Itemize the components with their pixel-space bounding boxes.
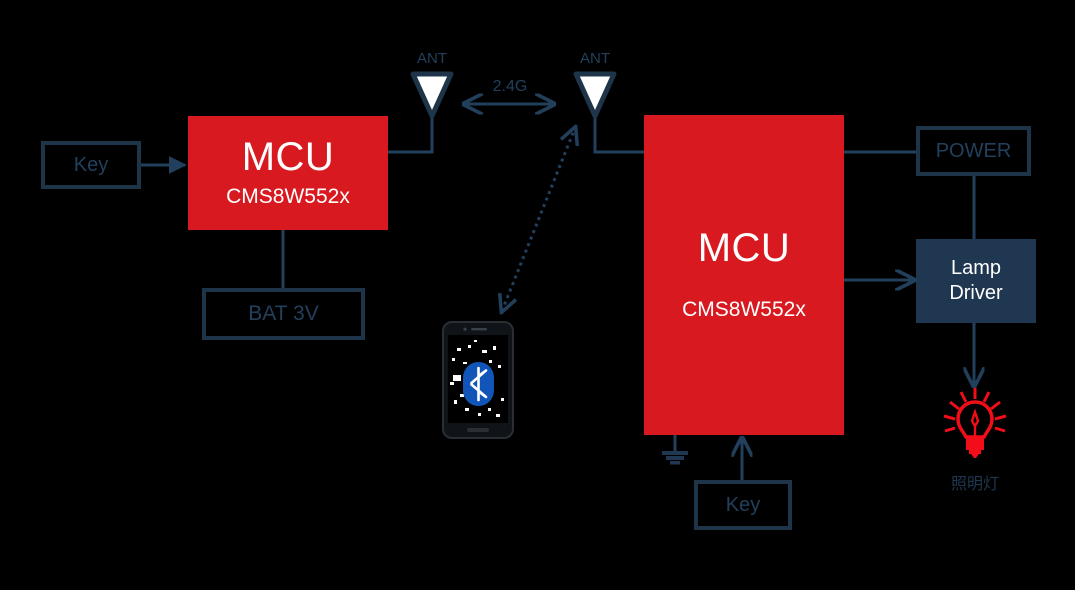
light-bulb-icon — [943, 388, 1007, 458]
block-mcu-right[interactable]: MCU CMS8W552x — [644, 115, 844, 435]
block-mcu-right-title: MCU — [697, 226, 791, 270]
antenna-right-label: ANT — [580, 50, 610, 67]
block-lamp-driver-line1: Lamp — [950, 257, 1002, 279]
rf-link-label: 2.4G — [492, 78, 528, 95]
block-mcu-left-part: CMS8W552x — [226, 185, 350, 208]
block-key-right-label: Key — [725, 493, 761, 516]
antenna-left-label: ANT — [417, 50, 447, 67]
block-lamp-driver[interactable]: Lamp Driver — [916, 239, 1036, 323]
ground-symbol-icon — [662, 451, 688, 465]
block-key-left[interactable]: Key — [41, 141, 141, 189]
antenna-left-icon — [410, 71, 454, 119]
antenna-right-icon — [573, 71, 617, 119]
block-mcu-right-part: CMS8W552x — [682, 298, 806, 321]
block-power-label: POWER — [935, 139, 1012, 162]
bluetooth-link-arrow — [502, 128, 575, 311]
wire-antenna-to-mcu-right — [593, 118, 644, 154]
block-battery[interactable]: BAT 3V — [202, 288, 365, 340]
wire-mcu-left-to-antenna — [388, 118, 434, 154]
block-diagram-canvas: Key MCU CMS8W552x BAT 3V ANT ANT 2.4G MC… — [0, 0, 1075, 590]
smartphone-bluetooth-icon[interactable] — [441, 320, 515, 440]
block-key-left-label: Key — [73, 153, 109, 176]
block-power[interactable]: POWER — [916, 126, 1031, 176]
block-key-right[interactable]: Key — [694, 480, 792, 530]
block-mcu-left[interactable]: MCU CMS8W552x — [188, 116, 388, 230]
block-lamp-driver-line2: Driver — [949, 282, 1003, 304]
block-mcu-left-title: MCU — [241, 135, 335, 179]
block-battery-label: BAT 3V — [248, 302, 319, 325]
lamp-caption: 照明灯 — [950, 474, 999, 493]
